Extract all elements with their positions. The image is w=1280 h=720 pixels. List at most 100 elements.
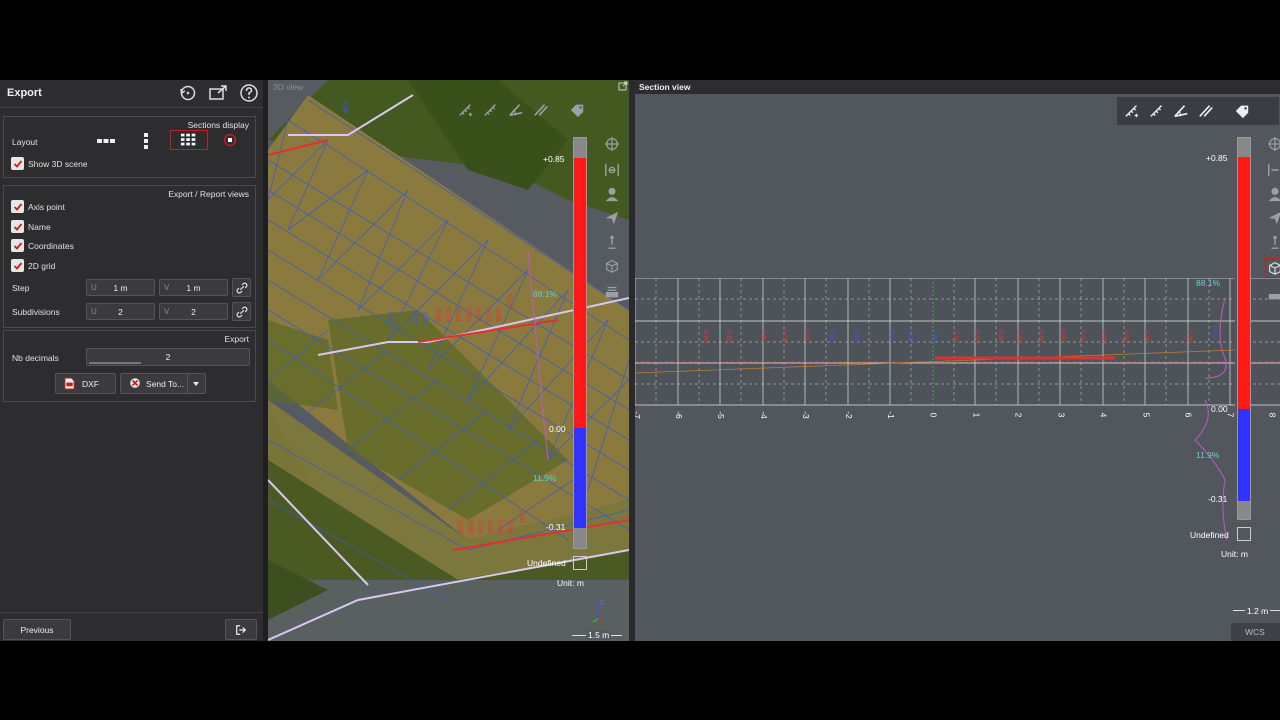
axis-tick: 2 — [1013, 412, 1024, 418]
pan-icon[interactable] — [1265, 134, 1280, 154]
svg-text:0.06: 0.06 — [434, 308, 441, 322]
layout-column-option[interactable] — [136, 131, 156, 151]
2d-grid-checkbox[interactable] — [11, 259, 24, 272]
axis-tick: -3 — [800, 411, 811, 419]
tag-icon[interactable] — [566, 100, 588, 120]
measure-point-icon[interactable] — [1121, 101, 1143, 121]
send-to-icon — [129, 377, 141, 391]
viewpoint-icon[interactable] — [602, 184, 622, 204]
svg-text:0.09: 0.09 — [444, 308, 451, 322]
help-icon[interactable] — [239, 83, 259, 103]
wcs-badge[interactable]: WCS — [1231, 623, 1280, 641]
send-to-button[interactable]: Send To... — [120, 373, 206, 394]
measure-distance-icon[interactable] — [1146, 101, 1168, 121]
measure-distance-icon[interactable] — [480, 100, 502, 120]
svg-text:0.04: 0.04 — [454, 308, 461, 322]
report-views-group: Export / Report views Axis point Name Co… — [3, 185, 256, 328]
subdivisions-u-field[interactable]: U 2 — [86, 303, 155, 320]
fit-view-icon[interactable] — [1265, 160, 1280, 180]
layout-single-option[interactable] — [222, 131, 238, 149]
report-views-title: Export / Report views — [168, 189, 249, 199]
tag-icon[interactable] — [1231, 101, 1253, 121]
section-plot: 0.06 0.09 0.04 0.06 0.07 0.03 0.06 0.04 … — [635, 278, 1235, 406]
svg-text:0.01: 0.01 — [931, 330, 938, 343]
svg-text:0.03: 0.03 — [1211, 326, 1218, 339]
settings-tools-icon[interactable] — [1265, 284, 1280, 304]
nb-decimals-label: Nb decimals — [12, 353, 59, 363]
section-view-title: Section view — [639, 82, 691, 92]
maximize-icon[interactable] — [618, 81, 628, 91]
measure-slope-icon[interactable] — [530, 100, 552, 120]
walk-icon[interactable] — [1265, 232, 1280, 252]
svg-text:0.06: 0.06 — [973, 330, 980, 343]
chevron-down-icon[interactable] — [191, 379, 201, 391]
undefined-swatch — [573, 556, 587, 570]
color-scale-positive — [1238, 157, 1250, 409]
nb-decimals-value: 2 — [165, 352, 171, 362]
svg-text:0.06: 0.06 — [494, 308, 501, 322]
unit-label: Unit: m — [557, 578, 584, 588]
axis-point-checkbox[interactable] — [11, 200, 24, 213]
svg-text:0.04: 0.04 — [760, 330, 767, 343]
scale-zero-label: 0.00 — [1211, 404, 1228, 414]
axis-tick: -2 — [843, 411, 854, 419]
section-viewport[interactable]: Section view 0.06 0.09 0.04 0.06 0.07 0.… — [635, 80, 1280, 641]
measure-angle-icon[interactable] — [1170, 101, 1192, 121]
subdivisions-label: Subdivisions — [12, 307, 60, 317]
dxf-button[interactable]: DXF — [55, 373, 116, 394]
cube-view-icon[interactable] — [602, 256, 622, 276]
scale-bar-label: 1.5 m — [586, 630, 612, 640]
export-window-icon[interactable] — [208, 83, 228, 103]
coordinates-checkbox[interactable] — [11, 239, 24, 252]
panel-header: Export — [0, 80, 263, 108]
scale-min-label: -0.31 — [546, 522, 566, 532]
wcs-label: WCS — [1245, 627, 1265, 637]
reset-icon[interactable] — [178, 83, 198, 103]
name-label: Name — [28, 222, 51, 232]
2d-grid-label: 2D grid — [28, 261, 56, 271]
settings-tools-icon[interactable] — [602, 282, 622, 302]
subdivisions-link-button[interactable] — [232, 302, 251, 321]
subdivisions-v-value: 2 — [191, 307, 196, 317]
walk-icon[interactable] — [602, 232, 622, 252]
svg-text:0.06: 0.06 — [486, 520, 493, 534]
axis-tick: 1 — [971, 412, 982, 418]
svg-text:0.03: 0.03 — [952, 330, 959, 343]
svg-text:0.02: 0.02 — [411, 312, 418, 326]
viewpoint-icon[interactable] — [1265, 184, 1280, 204]
navigate-icon[interactable] — [1265, 208, 1280, 228]
show-3d-scene-label: Show 3D scene — [28, 159, 88, 169]
svg-text:0.08: 0.08 — [1186, 330, 1193, 343]
3d-viewport[interactable]: 0.06 0.09 0.04 0.06 0.07 0.03 0.06 0.04 … — [268, 80, 629, 641]
nb-decimals-field[interactable]: 2 — [86, 348, 250, 366]
export-title: Export — [224, 334, 249, 344]
link-icon — [235, 281, 248, 294]
svg-text:0.08: 0.08 — [496, 520, 503, 534]
nb-decimals-slider-fill — [89, 362, 141, 364]
navigate-icon[interactable] — [602, 208, 622, 228]
undefined-label: Undefined — [527, 558, 566, 568]
svg-text:0.04: 0.04 — [506, 520, 513, 534]
scale-bar: 1.2 m — [1233, 606, 1280, 616]
previous-button[interactable]: Previous — [3, 619, 71, 640]
svg-text:0.06: 0.06 — [702, 330, 709, 343]
step-link-button[interactable] — [232, 278, 251, 297]
cube-view-icon[interactable] — [1265, 258, 1280, 278]
scale-max-label: +0.85 — [543, 154, 565, 164]
measure-point-icon[interactable] — [455, 100, 477, 120]
measure-angle-icon[interactable] — [505, 100, 527, 120]
step-v-field[interactable]: V 1 m — [159, 279, 228, 296]
show-3d-scene-checkbox[interactable] — [11, 157, 24, 170]
pan-icon[interactable] — [602, 134, 622, 154]
measure-slope-icon[interactable] — [1195, 101, 1217, 121]
subdivisions-v-field[interactable]: V 2 — [159, 303, 228, 320]
name-checkbox[interactable] — [11, 220, 24, 233]
svg-text:0.03: 0.03 — [386, 312, 393, 326]
scale-bar-label: 1.2 m — [1245, 606, 1271, 616]
fit-view-icon[interactable] — [602, 160, 622, 180]
layout-row-option[interactable] — [94, 133, 118, 149]
exit-button[interactable] — [225, 619, 257, 640]
svg-text:0.06: 0.06 — [341, 100, 348, 114]
layout-grid-option[interactable] — [170, 130, 208, 150]
step-u-field[interactable]: U 1 m — [86, 279, 155, 296]
